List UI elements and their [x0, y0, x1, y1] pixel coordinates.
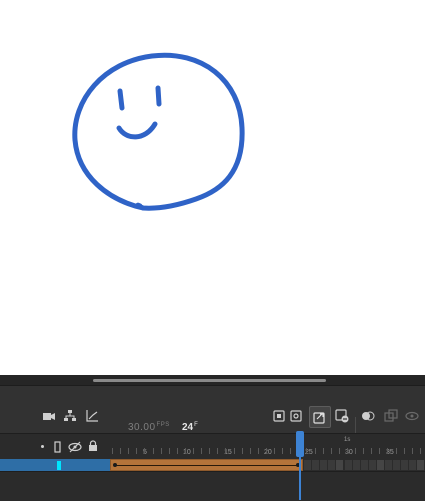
- ruler-tick: [338, 448, 340, 454]
- frame-ruler[interactable]: 5 10 15 20 25 30 35 1s: [110, 433, 425, 460]
- face-outline-stroke: [72, 52, 245, 211]
- ruler-tick: [282, 448, 284, 454]
- ruler-tick: [363, 448, 365, 454]
- empty-frame-cell[interactable]: [393, 460, 401, 470]
- ruler-tick: [265, 448, 267, 454]
- tween-icon: [313, 412, 325, 424]
- ruler-tick: [120, 448, 122, 454]
- empty-frame-cell[interactable]: [368, 460, 376, 470]
- ruler-tick: [128, 448, 130, 454]
- lock-icon[interactable]: [88, 440, 98, 452]
- eye-icon[interactable]: [405, 409, 419, 423]
- highlight-layers-dot[interactable]: [41, 445, 44, 448]
- ruler-tick: [403, 448, 405, 454]
- ruler-tick: [233, 448, 235, 454]
- empty-frame-cell[interactable]: [328, 460, 336, 470]
- ruler-tick: [241, 448, 243, 454]
- empty-frames[interactable]: [303, 459, 425, 471]
- playhead-line: [299, 457, 301, 500]
- layer-parenting-icon[interactable]: [63, 409, 77, 423]
- ruler-tick: [379, 448, 381, 454]
- ruler-tick: [314, 448, 316, 454]
- smiley-drawing[interactable]: [0, 0, 425, 375]
- frame-unit: F: [194, 422, 198, 428]
- playhead[interactable]: [296, 431, 304, 457]
- ruler-tick: [193, 448, 194, 454]
- current-frame-display[interactable]: 24F: [182, 422, 198, 433]
- ruler-tick: [274, 448, 275, 454]
- ruler-tick: [395, 448, 397, 454]
- empty-frame-cell[interactable]: [376, 460, 384, 470]
- empty-frame-cell[interactable]: [360, 460, 368, 470]
- ruler-tick: [176, 448, 178, 454]
- empty-frame-cell[interactable]: [320, 460, 328, 470]
- fps-value: 30.00: [128, 422, 156, 433]
- empty-layer-area: [0, 471, 425, 501]
- ruler-tick: [209, 448, 211, 454]
- timeline-scroll-bar[interactable]: [0, 375, 425, 385]
- fps-display[interactable]: 30.00FPS: [128, 422, 170, 433]
- ruler-tick: [330, 448, 332, 454]
- ruler-tick: [201, 448, 203, 454]
- fps-unit: FPS: [156, 422, 170, 428]
- empty-frame-cell[interactable]: [409, 460, 417, 470]
- layer-color-swatch[interactable]: [57, 461, 61, 470]
- scroll-handle[interactable]: [93, 379, 326, 382]
- ruler-tick: [419, 448, 421, 454]
- span-line: [116, 465, 297, 466]
- ruler-tick: [160, 448, 162, 454]
- ruler-tick: [184, 448, 186, 454]
- ruler-tick: [306, 448, 308, 454]
- frames-row[interactable]: [110, 459, 425, 471]
- right-eye-stroke: [155, 85, 162, 107]
- empty-frame-cell[interactable]: [344, 460, 352, 470]
- ruler-tick: [411, 448, 413, 454]
- ruler-tick: [371, 448, 373, 454]
- layer-header: [0, 433, 110, 460]
- ruler-tick: [217, 448, 219, 454]
- timeline-toolbar: 30.00FPS 24F: [0, 386, 425, 437]
- timeline-panel: 30.00FPS 24F 10 15 20 25 30 35 1s: [0, 375, 425, 501]
- ruler-tick: [249, 448, 251, 454]
- graph-icon[interactable]: [85, 409, 99, 423]
- empty-frame-cell[interactable]: [385, 460, 392, 470]
- ruler-tick: [144, 448, 146, 454]
- start-keyframe[interactable]: [113, 463, 117, 467]
- ruler-tick: [322, 448, 324, 454]
- hide-layers-icon[interactable]: [68, 441, 82, 453]
- ruler-tick: [112, 448, 113, 454]
- left-eye-stroke: [117, 88, 125, 111]
- onion-skin-icon[interactable]: [361, 409, 375, 423]
- empty-frame-cell[interactable]: [304, 460, 311, 470]
- stage-canvas[interactable]: [0, 0, 425, 375]
- delete-tween-icon[interactable]: [335, 409, 349, 423]
- frame-span[interactable]: [110, 459, 303, 471]
- insert-blank-keyframe-icon[interactable]: [289, 409, 303, 423]
- camera-icon[interactable]: [42, 409, 56, 423]
- ruler-tick: [387, 448, 389, 454]
- empty-frame-cell[interactable]: [417, 460, 425, 470]
- layer-row[interactable]: [0, 459, 110, 471]
- edit-multiple-frames-icon[interactable]: [384, 409, 398, 423]
- ruler-seconds-marker: 1s: [344, 437, 351, 443]
- ruler-tick: [168, 448, 170, 454]
- ruler-tick: [346, 448, 348, 454]
- ruler-tick: [257, 448, 259, 454]
- empty-frame-cell[interactable]: [312, 460, 320, 470]
- outline-layers-icon[interactable]: [54, 441, 62, 453]
- insert-frame-icon[interactable]: [266, 409, 280, 423]
- empty-frame-cell[interactable]: [336, 460, 344, 470]
- empty-frame-cell[interactable]: [401, 460, 409, 470]
- ruler-tick: [152, 448, 154, 454]
- empty-frame-cell[interactable]: [352, 460, 360, 470]
- ruler-tick: [225, 448, 227, 454]
- current-frame-value: 24: [182, 422, 194, 433]
- ruler-tick: [136, 448, 138, 454]
- ruler-tick: [355, 448, 356, 454]
- ruler-tick: [290, 448, 292, 454]
- create-tween-button[interactable]: [309, 406, 331, 428]
- mouth-stroke: [116, 121, 158, 140]
